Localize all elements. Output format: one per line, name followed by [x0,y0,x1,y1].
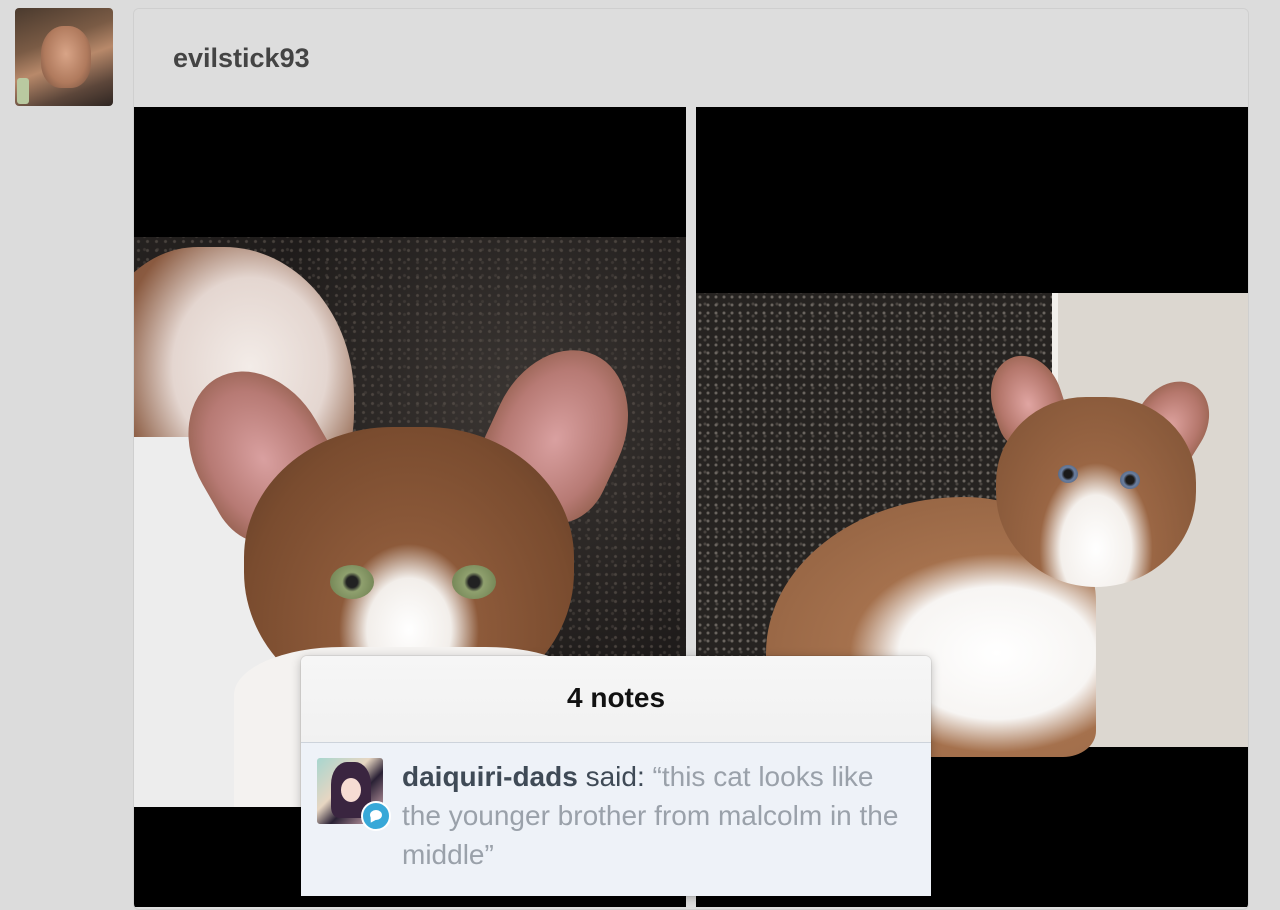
cat-eye-left [1058,465,1078,483]
avatar-microphone [17,78,29,104]
note-text: daiquiri-dads said: “this cat looks like… [402,757,912,874]
post-header: evilstick93 [134,9,1248,107]
note-username[interactable]: daiquiri-dads [402,761,578,792]
notes-header: 4 notes [301,656,931,743]
avatar-face [341,778,361,802]
cat-eye-right [452,565,496,599]
cat-eye-right [1120,471,1140,489]
notes-popover: 4 notes daiquiri-dads said: “this cat lo… [301,656,931,896]
note-user-avatar[interactable] [317,758,391,831]
cat-eye-left [330,565,374,599]
avatar-face [41,26,91,88]
cat-head [996,397,1196,587]
notes-count-title: 4 notes [566,682,666,713]
blog-avatar[interactable] [15,8,113,106]
note-action: said: [585,761,645,792]
note-item[interactable]: daiquiri-dads said: “this cat looks like… [301,743,931,896]
reply-bubble-icon [361,801,391,831]
post-username[interactable]: evilstick93 [173,43,310,74]
